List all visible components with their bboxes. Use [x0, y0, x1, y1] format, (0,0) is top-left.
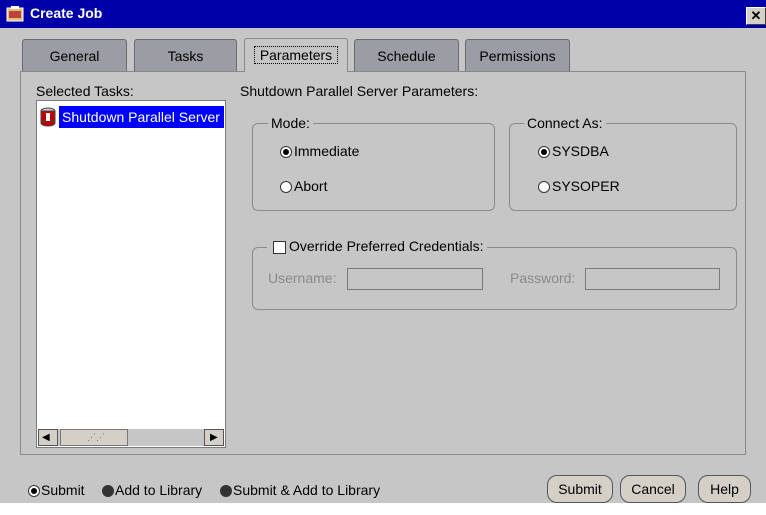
override-credentials-label[interactable]: Override Preferred Credentials: [267, 238, 487, 254]
database-stop-icon [40, 107, 56, 127]
username-field[interactable] [347, 268, 483, 290]
window-bottom-edge [0, 503, 766, 515]
mode-label: Mode: [268, 115, 313, 131]
submit-option-label[interactable]: Submit [41, 482, 85, 498]
connect-sysdba-label[interactable]: SYSDBA [552, 143, 609, 159]
password-label: Password: [510, 270, 576, 286]
tab-label: Schedule [377, 48, 436, 64]
tab-label: Parameters [253, 46, 339, 64]
connect-sysdba-radio[interactable] [538, 146, 550, 158]
tab-label: Permissions [479, 48, 556, 64]
title-bar [0, 0, 766, 28]
help-button[interactable]: Help [698, 475, 751, 503]
chevron-left-icon: ◀ [42, 432, 50, 443]
submit-radio[interactable] [28, 485, 40, 497]
scroll-left-button[interactable]: ◀ [38, 429, 58, 446]
submit-and-add-label[interactable]: Submit & Add to Library [233, 482, 380, 498]
tab-label: Tasks [167, 48, 204, 64]
add-to-library-label[interactable]: Add to Library [115, 482, 202, 498]
mode-abort-radio[interactable] [280, 181, 292, 193]
connect-as-group [509, 123, 737, 211]
password-field[interactable] [585, 268, 720, 290]
tab-tasks[interactable]: Tasks [134, 39, 237, 71]
scroll-thumb[interactable]: ⋰⋰ [60, 429, 128, 446]
override-credentials-checkbox[interactable] [273, 241, 286, 254]
tab-parameters[interactable]: Parameters [244, 38, 348, 72]
task-item-shutdown-parallel-server[interactable]: Shutdown Parallel Server [59, 106, 224, 128]
tab-schedule[interactable]: Schedule [354, 39, 459, 71]
username-label: Username: [268, 270, 337, 286]
mode-immediate-radio[interactable] [280, 146, 292, 158]
mode-group [252, 123, 495, 211]
submit-button[interactable]: Submit [547, 475, 613, 503]
add-to-library-radio[interactable] [102, 485, 114, 497]
tab-general[interactable]: General [22, 39, 127, 71]
window-title: Create Job [30, 5, 103, 21]
app-icon [6, 6, 24, 22]
tab-label: General [49, 48, 100, 64]
connect-as-label: Connect As: [524, 115, 606, 131]
mode-abort-label[interactable]: Abort [294, 178, 327, 194]
scroll-right-button[interactable]: ▶ [204, 429, 224, 446]
selected-tasks-list[interactable] [36, 100, 226, 448]
chevron-right-icon: ▶ [210, 432, 218, 443]
cancel-button[interactable]: Cancel [620, 475, 686, 503]
mode-immediate-label[interactable]: Immediate [294, 143, 359, 159]
submit-and-add-radio[interactable] [220, 485, 232, 497]
parameters-heading: Shutdown Parallel Server Parameters: [240, 83, 479, 99]
grip-icon: ⋰⋰ [87, 432, 105, 442]
selected-tasks-label: Selected Tasks: [36, 83, 134, 99]
connect-sysoper-label[interactable]: SYSOPER [552, 178, 620, 194]
tab-permissions[interactable]: Permissions [465, 39, 570, 71]
close-button[interactable]: ✕ [746, 7, 766, 25]
connect-sysoper-radio[interactable] [538, 181, 550, 193]
